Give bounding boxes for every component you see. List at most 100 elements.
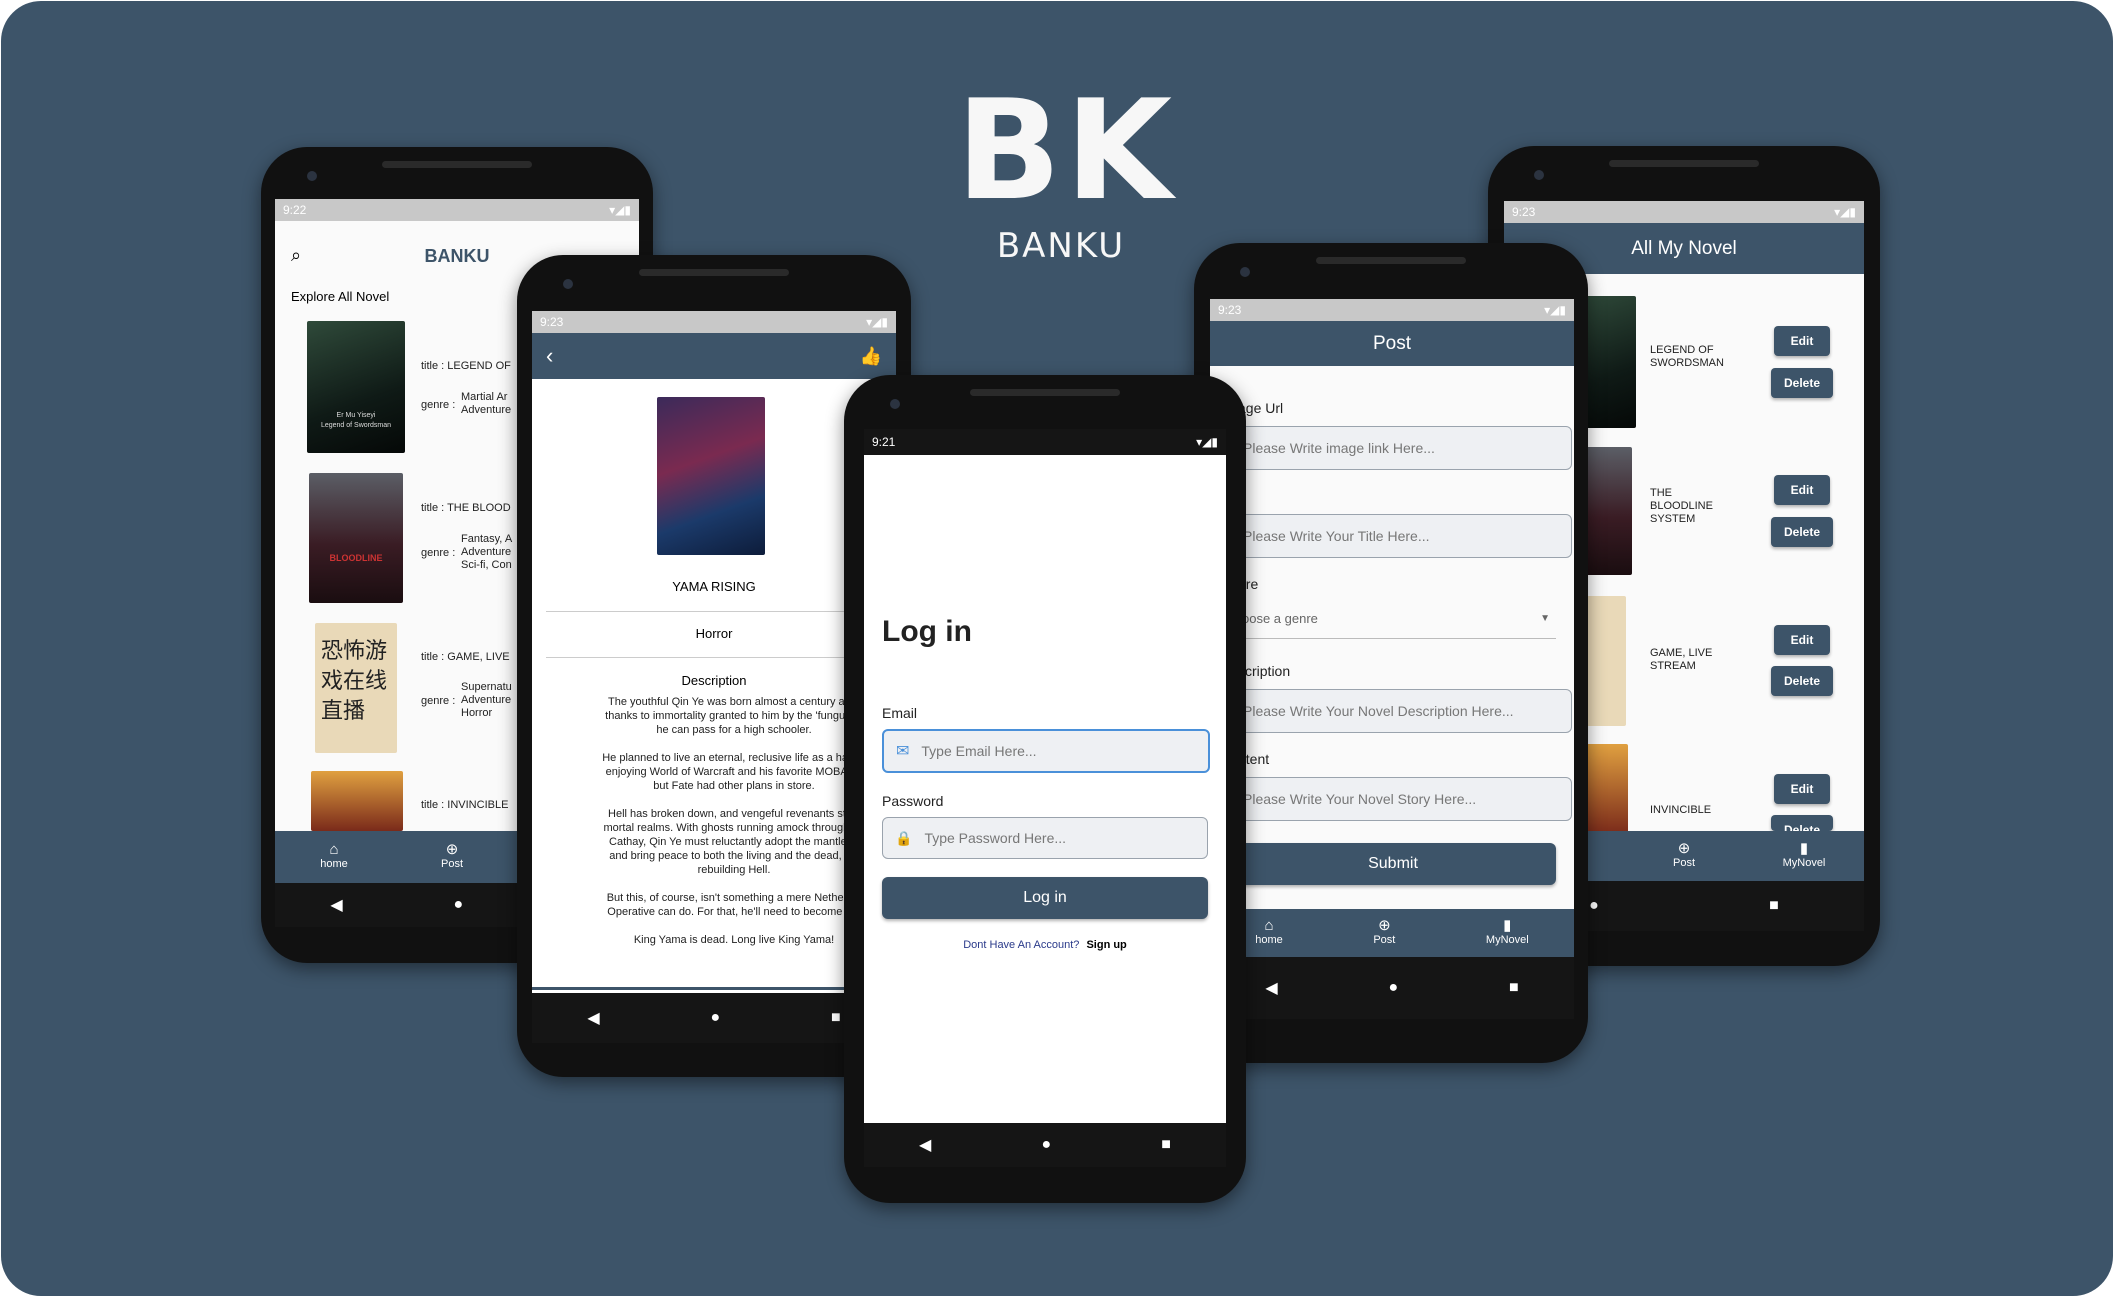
nav-home[interactable]: ⌂ home — [275, 841, 393, 871]
genre-label: genre : — [421, 695, 456, 707]
email-field[interactable]: ✉ Type Email Here... — [882, 729, 1210, 773]
nav-post[interactable]: ⊕ Post — [1373, 918, 1395, 947]
desc-line: He planned to live an eternal, reclusive… — [602, 752, 866, 764]
novel-cover[interactable]: BLOODLINE — [309, 473, 403, 603]
novel-cover[interactable]: 恐怖游 戏在线 直播 — [315, 623, 397, 753]
edit-button[interactable]: Edit — [1774, 774, 1830, 804]
desc-line: rebuilding Hell. — [697, 864, 771, 876]
home-circle-icon[interactable]: ● — [1388, 979, 1398, 997]
edit-button[interactable]: Edit — [1774, 326, 1830, 356]
genre-label: genre : — [421, 399, 456, 411]
back-icon[interactable]: ◀ — [1265, 978, 1277, 998]
home-circle-icon[interactable]: ● — [710, 1009, 720, 1027]
nav-label: home — [1255, 934, 1283, 946]
novel-title: INVINCIBLE — [1650, 804, 1712, 816]
nav-mynovel[interactable]: ▮ MyNovel — [1485, 918, 1529, 947]
status-icons: ▾◢▮ — [1196, 435, 1218, 449]
back-arrow-icon[interactable]: ‹ — [546, 343, 553, 369]
nav-post[interactable]: ⊕ Post — [1624, 841, 1744, 870]
image-url-input[interactable]: Please Write image link Here... — [1228, 426, 1572, 470]
desc-line: The youthful Qin Ye was born almost a ce… — [608, 696, 860, 708]
status-bar: 9:23 ▾◢▮ — [1504, 201, 1864, 223]
home-circle-icon[interactable]: ● — [1589, 897, 1599, 915]
email-placeholder: Type Email Here... — [921, 743, 1037, 759]
nav-label: MyNovel — [1485, 934, 1529, 946]
speaker — [639, 269, 789, 276]
title-line: BLOODLINE — [1650, 500, 1713, 512]
speaker — [1316, 257, 1466, 264]
genre-select[interactable]: oose a genre ▼ — [1228, 599, 1556, 639]
cover-text: Er Mu Yiseyi — [336, 412, 376, 419]
nav-home[interactable]: ⌂ home — [1255, 918, 1283, 947]
nav-mynovel[interactable]: ▮ MyNovel — [1744, 841, 1864, 870]
cover-text: BLOODLINE — [329, 553, 383, 563]
like-icon[interactable]: 👍 — [860, 346, 882, 367]
recents-icon[interactable]: ■ — [831, 1009, 841, 1027]
delete-button[interactable]: Delete — [1771, 517, 1833, 547]
system-nav: ◀ ● ■ — [864, 1123, 1226, 1167]
genre-line: Martial Ar — [461, 391, 508, 403]
back-icon[interactable]: ◀ — [587, 1008, 599, 1028]
novel-genre: Fantasy, A Adventure Sci-fi, Con — [461, 533, 512, 572]
speaker — [970, 389, 1120, 396]
novel-genre: Martial Ar Adventure — [461, 391, 511, 417]
status-icons: ▾◢▮ — [866, 315, 888, 329]
novel-cover — [657, 397, 765, 555]
nav-label: MyNovel — [1782, 857, 1826, 869]
recents-icon[interactable]: ■ — [1161, 1136, 1171, 1154]
desc-line: Hell has broken down, and vengeful reven… — [608, 808, 860, 820]
genre-select-value: oose a genre — [1242, 611, 1318, 626]
novel-cover[interactable] — [311, 771, 403, 831]
divider — [546, 657, 882, 658]
desc-line: mortal realms. With ghosts running amock… — [603, 822, 865, 834]
recents-icon[interactable]: ■ — [1509, 979, 1519, 997]
recents-icon[interactable]: ■ — [1769, 897, 1779, 915]
content-input[interactable]: Please Write Your Novel Story Here... — [1228, 777, 1572, 821]
edit-button[interactable]: Edit — [1774, 625, 1830, 655]
title-line: THE — [1650, 487, 1672, 499]
plus-circle-icon: ⊕ — [445, 841, 459, 858]
desc-line: he can pass for a high schooler. — [656, 724, 812, 736]
camera — [563, 279, 573, 289]
delete-button[interactable]: Delete — [1771, 666, 1833, 696]
no-account-text: Dont Have An Account? — [963, 939, 1080, 951]
speaker — [382, 161, 532, 168]
genre-line: Supernatu — [461, 681, 512, 693]
back-icon[interactable]: ◀ — [919, 1135, 931, 1155]
mynovel-title: All My Novel — [1631, 237, 1737, 259]
login-button[interactable]: Log in — [882, 877, 1208, 919]
lock-icon: 🔒 — [895, 829, 913, 846]
delete-button[interactable]: Delete — [1771, 368, 1833, 398]
section-title: Explore All Novel — [291, 289, 390, 304]
signup-link[interactable]: Sign up — [1086, 939, 1126, 951]
novel-cover[interactable]: Er Mu Yiseyi Legend of Swordsman — [307, 321, 405, 453]
bottom-nav: ⌂ home ⊕ Post ▮ MyNovel — [1210, 909, 1574, 957]
title-input[interactable]: Please Write Your Title Here... — [1228, 514, 1572, 558]
home-circle-icon[interactable]: ● — [1041, 1136, 1051, 1154]
home-circle-icon[interactable]: ● — [453, 896, 463, 914]
password-field[interactable]: 🔒 Type Password Here... — [882, 817, 1208, 859]
email-label: Email — [882, 705, 918, 721]
nav-post[interactable]: ⊕ Post — [393, 841, 511, 871]
edit-button[interactable]: Edit — [1774, 475, 1830, 505]
genre-line: Fantasy, A — [461, 533, 513, 545]
cover-line: 直播 — [321, 699, 366, 724]
nav-label: home — [320, 858, 348, 870]
genre-line: Adventure — [461, 694, 512, 706]
system-nav: ◀ ● ■ — [532, 993, 896, 1043]
desc-line: But this, of course, isn't something a m… — [606, 892, 862, 904]
cover-text: Legend of Swordsman — [320, 422, 392, 429]
logo-name: BANKU — [996, 226, 1126, 266]
genre-label: genre : — [421, 547, 456, 559]
status-bar: 9:23 ▾◢▮ — [532, 311, 896, 333]
post-title: Post — [1372, 332, 1412, 354]
delete-button[interactable]: Delete — [1771, 815, 1833, 831]
home-icon: ⌂ — [329, 841, 339, 858]
back-icon[interactable]: ◀ — [330, 895, 342, 915]
logo-mark: BK — [956, 70, 1177, 231]
description-input[interactable]: Please Write Your Novel Description Here… — [1228, 689, 1572, 733]
novel-title: YAMA RISING — [672, 579, 756, 594]
status-time: 9:23 — [1512, 205, 1536, 219]
desc-line: Operative can do. For that, he'll need t… — [607, 906, 861, 918]
submit-button[interactable]: Submit — [1230, 843, 1556, 885]
